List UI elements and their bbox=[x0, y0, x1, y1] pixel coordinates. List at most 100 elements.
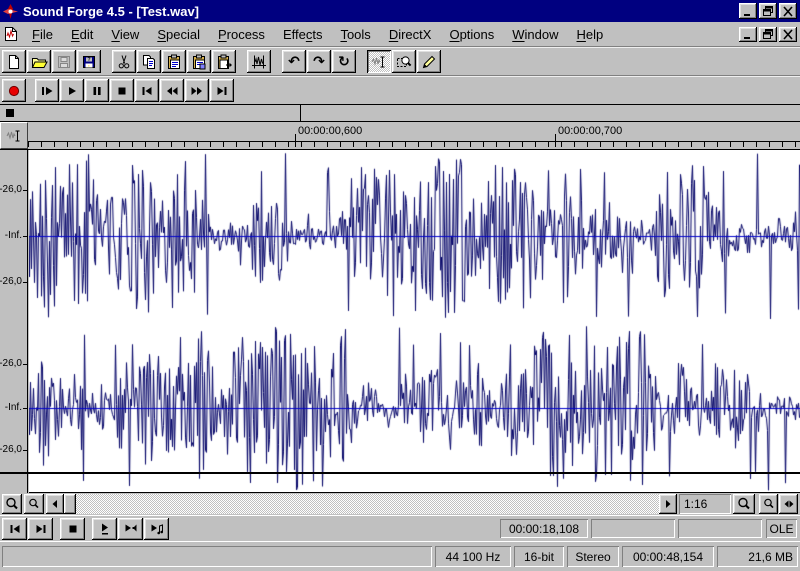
go-start-button[interactable] bbox=[135, 79, 159, 102]
status-message-panel bbox=[2, 546, 432, 567]
menu-item-effects[interactable]: Effects bbox=[274, 23, 332, 46]
menu-item-tools[interactable]: Tools bbox=[331, 23, 379, 46]
time-ruler[interactable]: 00:00:00,60000:00:00,700 bbox=[28, 122, 800, 149]
edit-tool-corner[interactable] bbox=[0, 122, 28, 149]
play-device-icon bbox=[123, 521, 139, 537]
stop-button[interactable] bbox=[110, 79, 134, 102]
play-all-button[interactable] bbox=[35, 79, 59, 102]
paste-button[interactable] bbox=[162, 50, 186, 73]
menu-item-options[interactable]: Options bbox=[440, 23, 503, 46]
redo-icon: ↷ bbox=[313, 53, 325, 71]
paste-to-new-icon bbox=[216, 54, 232, 70]
repeat-icon: ↻ bbox=[338, 53, 350, 71]
menu-item-view[interactable]: View bbox=[102, 23, 148, 46]
close-button[interactable] bbox=[779, 3, 797, 19]
menu-item-process[interactable]: Process bbox=[209, 23, 274, 46]
time-ruler-row: 00:00:00,60000:00:00,700 bbox=[0, 122, 800, 150]
zoom-fit-button[interactable] bbox=[779, 494, 798, 514]
save-as-button[interactable]: ?▪ bbox=[77, 50, 101, 73]
magnify-select-button[interactable] bbox=[392, 50, 416, 73]
forward-button[interactable] bbox=[185, 79, 209, 102]
menu-item-window[interactable]: Window bbox=[503, 23, 567, 46]
play-sample-icon bbox=[149, 521, 165, 537]
waveform-channel-right[interactable] bbox=[29, 324, 800, 493]
trim-button[interactable] bbox=[247, 50, 271, 73]
menu-item-special[interactable]: Special bbox=[148, 23, 209, 46]
play-button[interactable] bbox=[60, 79, 84, 102]
restore-button[interactable] bbox=[759, 3, 777, 19]
playbar-row: 00:00:18,108 OLE bbox=[0, 515, 800, 541]
rewind-icon bbox=[164, 83, 180, 99]
mdi-minimize-button[interactable] bbox=[739, 27, 757, 42]
paste-special-button[interactable] bbox=[187, 50, 211, 73]
menu-item-directx[interactable]: DirectX bbox=[380, 23, 441, 46]
mdi-close-button[interactable] bbox=[779, 27, 797, 42]
menu-item-edit[interactable]: Edit bbox=[62, 23, 102, 46]
document-icon[interactable] bbox=[3, 26, 19, 42]
copy-button[interactable] bbox=[137, 50, 161, 73]
scroll-left-arrow-icon[interactable] bbox=[46, 494, 64, 514]
stop-button[interactable] bbox=[60, 518, 85, 540]
record-icon bbox=[6, 83, 22, 99]
mdi-restore-button[interactable] bbox=[759, 27, 777, 42]
minimize-button[interactable] bbox=[739, 3, 757, 19]
zoom-normal-button[interactable] bbox=[733, 494, 755, 514]
overview-bar[interactable] bbox=[0, 104, 800, 122]
ole-badge: OLE bbox=[766, 519, 797, 538]
pause-button[interactable] bbox=[85, 79, 109, 102]
menu-bar: FileEditViewSpecialProcessEffectsToolsDi… bbox=[0, 22, 800, 47]
zoom-out-time-button[interactable] bbox=[2, 494, 22, 514]
status-box-empty-1 bbox=[591, 519, 675, 538]
app-icon bbox=[3, 4, 18, 19]
db-tick bbox=[23, 450, 27, 451]
paste-to-new-button[interactable] bbox=[212, 50, 236, 73]
ruler-time-label: 00:00:00,600 bbox=[298, 125, 362, 137]
go-end-button[interactable] bbox=[210, 79, 234, 102]
level-ruler[interactable]: -26,0 -Inf. -26,0 -26,0 -Inf. -26,0 bbox=[0, 150, 28, 493]
menu-item-help[interactable]: Help bbox=[568, 23, 613, 46]
edit-tool-button[interactable] bbox=[367, 50, 391, 73]
overview-view-indicator[interactable] bbox=[6, 109, 14, 117]
db-label: -26,0 bbox=[0, 358, 22, 369]
go-end-button[interactable] bbox=[28, 518, 53, 540]
edit-tool-icon bbox=[6, 128, 22, 144]
toolbar-separator bbox=[357, 48, 367, 75]
toolbar-separator bbox=[237, 48, 247, 75]
undo-button[interactable]: ↶ bbox=[282, 50, 306, 73]
ruler-minor-ticks bbox=[28, 142, 800, 147]
new-file-button[interactable] bbox=[2, 50, 26, 73]
zoom-selection-button[interactable] bbox=[759, 494, 778, 514]
play-normal-button[interactable] bbox=[92, 518, 117, 540]
stop-icon bbox=[114, 83, 130, 99]
scroll-right-arrow-icon[interactable] bbox=[659, 494, 677, 514]
status-bar: 44 100 Hz 16-bit Stereo 00:00:48,154 21,… bbox=[0, 541, 800, 571]
rewind-button[interactable] bbox=[160, 79, 184, 102]
play-device-button[interactable] bbox=[118, 518, 143, 540]
scrollbar-thumb[interactable] bbox=[64, 494, 76, 514]
pencil-button[interactable] bbox=[417, 50, 441, 73]
db-label: -Inf. bbox=[5, 230, 22, 241]
sound-forge-window: Sound Forge 4.5 - [Test.wav] FileEditVie… bbox=[0, 0, 800, 571]
channel-mode-panel: Stereo bbox=[567, 546, 619, 567]
channel-divider[interactable] bbox=[0, 472, 800, 474]
play-sample-button[interactable] bbox=[144, 518, 169, 540]
toolbar-separator bbox=[102, 48, 112, 75]
waveform-channel-left[interactable] bbox=[29, 150, 800, 322]
main-toolbar: ?▪ ↶ ↷ ↻ bbox=[0, 47, 800, 76]
cut-button[interactable] bbox=[112, 50, 136, 73]
db-label: -26,0 bbox=[0, 184, 22, 195]
file-size-panel: 21,6 MB bbox=[717, 546, 798, 567]
open-folder-button[interactable] bbox=[27, 50, 51, 73]
trim-icon bbox=[251, 54, 267, 70]
record-button[interactable] bbox=[2, 79, 26, 102]
ruler-major-tick bbox=[555, 134, 556, 147]
redo-button[interactable]: ↷ bbox=[307, 50, 331, 73]
save-button[interactable] bbox=[52, 50, 76, 73]
repeat-button[interactable]: ↻ bbox=[332, 50, 356, 73]
db-label: -26,0 bbox=[0, 444, 22, 455]
horizontal-scrollbar[interactable] bbox=[46, 494, 677, 514]
go-end-icon bbox=[33, 521, 49, 537]
go-start-button[interactable] bbox=[2, 518, 27, 540]
menu-item-file[interactable]: File bbox=[23, 23, 62, 46]
zoom-in-time-button[interactable] bbox=[24, 494, 44, 514]
